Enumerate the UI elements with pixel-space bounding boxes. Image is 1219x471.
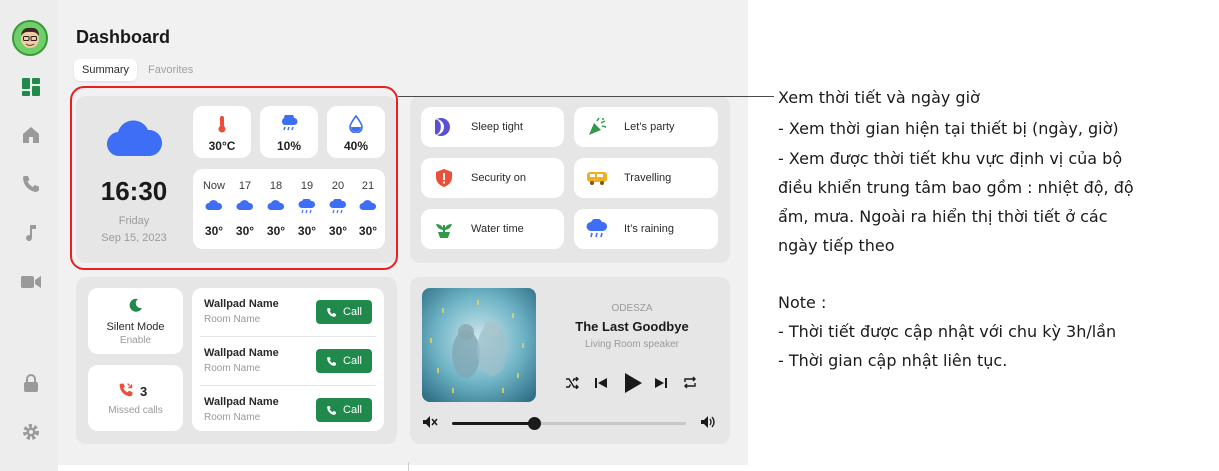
- list-item: Wallpad Name Room Name Call: [192, 386, 384, 434]
- moon-icon: [88, 298, 183, 312]
- tab-favorites[interactable]: Favorites: [140, 59, 201, 81]
- music-note-icon[interactable]: [19, 221, 43, 245]
- missed-call-icon: [118, 382, 134, 403]
- moon-icon: [433, 116, 455, 138]
- scene-water-time[interactable]: Water time: [421, 209, 564, 249]
- album-art: [422, 288, 536, 402]
- shuffle-icon[interactable]: [565, 376, 579, 394]
- lock-icon[interactable]: [19, 371, 43, 395]
- repeat-icon[interactable]: [683, 376, 697, 394]
- missed-calls-count: 3: [140, 384, 148, 399]
- call-button[interactable]: Call: [316, 300, 372, 324]
- plant-icon: [433, 218, 455, 240]
- weather-highlight-box: [70, 86, 398, 270]
- annotation-line: điều khiển trung tâm bao gồm : nhiệt độ,…: [778, 178, 1134, 197]
- divider: [408, 462, 409, 471]
- sidebar: [0, 0, 58, 471]
- annotation-note-title: Note :: [778, 293, 827, 312]
- scene-label: Water time: [471, 223, 524, 235]
- silent-mode-status: Enable: [119, 335, 152, 346]
- car-icon: [586, 167, 608, 189]
- phone-icon: [327, 405, 336, 415]
- wallpad-name: Wallpad Name: [204, 396, 279, 408]
- wallpad-room: Room Name: [204, 412, 261, 423]
- annotation-leader-line: [398, 96, 774, 97]
- track-title: The Last Goodbye: [575, 319, 689, 334]
- scene-travelling[interactable]: Travelling: [574, 158, 718, 198]
- wallpad-list: Wallpad Name Room Name Call Wallpad Name…: [192, 288, 384, 431]
- annotation-heading: Xem thời tiết và ngày giờ: [778, 88, 980, 107]
- dashboard-icon[interactable]: [19, 75, 43, 99]
- scene-label: Let’s party: [624, 121, 675, 133]
- list-item: Wallpad Name Room Name Call: [192, 288, 384, 336]
- call-button-label: Call: [343, 404, 362, 416]
- silent-mode-label: Silent Mode: [106, 321, 165, 333]
- scene-security-on[interactable]: Security on: [421, 158, 564, 198]
- page-title: Dashboard: [76, 27, 171, 47]
- music-player-panel: ODESZA The Last Goodbye Living Room spea…: [410, 277, 730, 444]
- home-icon[interactable]: [19, 123, 43, 147]
- device-name: Living Room speaker: [585, 339, 679, 350]
- party-popper-icon: [586, 116, 608, 138]
- call-button-label: Call: [343, 306, 362, 318]
- scene-label: It’s raining: [624, 223, 674, 235]
- call-button[interactable]: Call: [316, 398, 372, 422]
- gear-icon[interactable]: [19, 420, 43, 444]
- call-button[interactable]: Call: [316, 349, 372, 373]
- annotation-note: - Thời gian cập nhật liên tục.: [778, 351, 1008, 370]
- wallpad-room: Room Name: [204, 314, 261, 325]
- next-icon[interactable]: [654, 376, 668, 394]
- rain-cloud-icon: [586, 218, 608, 240]
- phone-icon[interactable]: [19, 172, 43, 196]
- wallpad-name: Wallpad Name: [204, 298, 279, 310]
- phone-icon: [327, 307, 336, 317]
- list-item: Wallpad Name Room Name Call: [192, 337, 384, 385]
- annotation-line: - Xem được thời tiết khu vực định vị của…: [778, 149, 1123, 168]
- annotation-line: ẩm, mưa. Ngoài ra hiển thị thời tiết ở c…: [778, 207, 1108, 226]
- scene-sleep-tight[interactable]: Sleep tight: [421, 107, 564, 147]
- annotation-note: - Thời tiết được cập nhật với chu kỳ 3h/…: [778, 322, 1117, 341]
- shield-alert-icon: [433, 167, 455, 189]
- tab-summary[interactable]: Summary: [74, 59, 138, 81]
- avatar[interactable]: [12, 20, 48, 56]
- scene-label: Security on: [471, 172, 527, 184]
- play-icon[interactable]: [623, 372, 643, 399]
- annotation-line: - Xem thời gian hiện tại thiết bị (ngày,…: [778, 119, 1119, 138]
- silent-mode-card[interactable]: Silent Mode Enable: [88, 288, 183, 354]
- wallpad-room: Room Name: [204, 363, 261, 374]
- scene-lets-party[interactable]: Let’s party: [574, 107, 718, 147]
- volume-slider-fill: [452, 422, 534, 425]
- scene-label: Travelling: [624, 172, 672, 184]
- volume-icon[interactable]: [700, 415, 716, 434]
- missed-calls-card[interactable]: 3 Missed calls: [88, 365, 183, 431]
- previous-icon[interactable]: [594, 376, 608, 394]
- calls-panel: Silent Mode Enable 3 Missed calls Wallpa…: [76, 277, 397, 444]
- annotation-line: ngày tiếp theo: [778, 236, 895, 255]
- volume-slider[interactable]: [452, 417, 686, 430]
- scene-label: Sleep tight: [471, 121, 523, 133]
- video-camera-icon[interactable]: [19, 270, 43, 294]
- missed-calls-label: Missed calls: [108, 405, 163, 416]
- call-button-label: Call: [343, 355, 362, 367]
- scene-its-raining[interactable]: It’s raining: [574, 209, 718, 249]
- volume-slider-handle[interactable]: [527, 417, 541, 430]
- wallpad-name: Wallpad Name: [204, 347, 279, 359]
- mute-icon[interactable]: [422, 415, 438, 434]
- artist-name: ODESZA: [611, 303, 653, 314]
- scenes-panel: Sleep tight Let’s party Security on Trav…: [410, 96, 730, 263]
- phone-icon: [327, 356, 336, 366]
